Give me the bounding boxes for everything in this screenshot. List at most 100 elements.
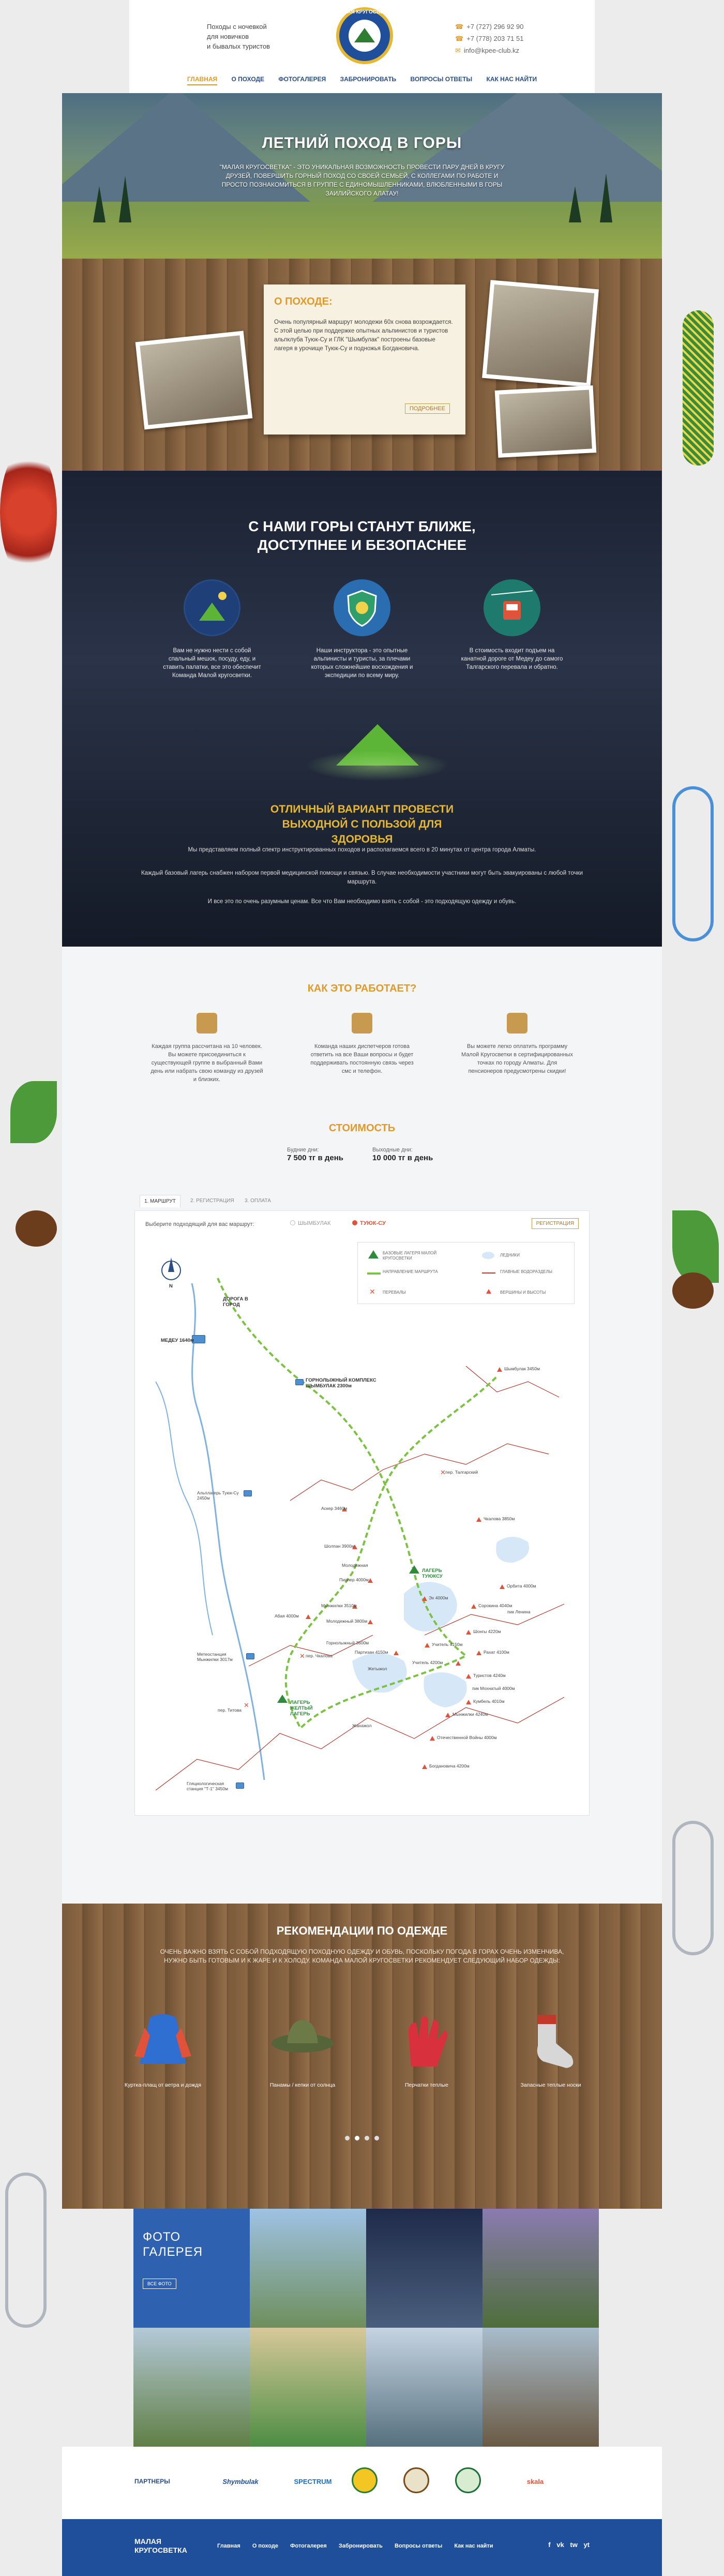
pass-marker: ✕	[440, 1469, 446, 1476]
north-label: N	[169, 1283, 173, 1289]
carousel-dot[interactable]	[355, 2136, 359, 2140]
peak-label: Жанажол	[352, 1723, 372, 1728]
partner-logo[interactable]: Shymbulak	[212, 2467, 269, 2496]
footer-logo[interactable]: МАЛАЯ КРУГОСВЕТКА	[134, 2537, 187, 2555]
how-text: Каждая группа рассчитана на 10 человек. …	[150, 1043, 263, 1083]
site-logo[interactable]: МАЛАЯ КРУГОСВЕТКА	[336, 7, 394, 64]
photo-card[interactable]	[135, 331, 253, 430]
clothes-label: Куртка-плащ от ветра и дождя	[124, 2082, 202, 2088]
map-label-station: Гляциологическая станция "Т-1" 3450м	[187, 1781, 228, 1791]
photo-card[interactable]	[494, 385, 597, 458]
rope-decoration-left	[0, 445, 57, 579]
all-photos-button[interactable]: ВСЕ ФОТО	[143, 2279, 176, 2289]
phone-link[interactable]: +7 (778) 203 71 51	[466, 35, 523, 42]
nav-about[interactable]: О ПОХОДЕ	[231, 76, 264, 83]
booking-tabs: 1. МАРШРУТ 2. РЕГИСТРАЦИЯ 3. ОПЛАТА	[140, 1195, 584, 1210]
legend-label: БАЗОВЫЕ ЛАГЕРЯ МАЛОЙ КРУГОСВЕТКИ	[383, 1251, 437, 1261]
rope-decoration-right	[683, 310, 714, 466]
peak-label: Шолпан 3900м	[324, 1544, 355, 1549]
glacier	[352, 1653, 407, 1693]
peak-marker	[422, 1764, 427, 1769]
partner-logo[interactable]	[455, 2467, 486, 2496]
footer-link[interactable]: Как нас найти	[454, 2543, 493, 2549]
partner-logo[interactable]	[352, 2467, 383, 2496]
nav-home[interactable]: ГЛАВНАЯ	[187, 76, 218, 85]
benefits-title: С НАМИ ГОРЫ СТАНУТ БЛИЖЕ, ДОСТУПНЕЕ И БЕ…	[248, 518, 476, 553]
glacier	[424, 1672, 467, 1708]
footer-link[interactable]: Забронировать	[339, 2543, 383, 2549]
footer-link[interactable]: О походе	[252, 2543, 278, 2549]
peak-label: Мынжилки 3510м	[321, 1603, 357, 1608]
legend-label: ГЛАВНЫЕ ВОДОРАЗДЕЛЫ	[500, 1269, 552, 1274]
page: Походы с ночевкой для новичков и бывалых…	[0, 0, 724, 2576]
gallery-cover: ФОТО ГАЛЕРЕЯ ВСЕ ФОТО	[133, 2209, 250, 2328]
tab-payment[interactable]: 3. ОПЛАТА	[240, 1195, 275, 1207]
gallery-photo[interactable]	[482, 2209, 599, 2328]
peak-marker	[466, 1630, 471, 1635]
gallery-photo[interactable]	[482, 2328, 599, 2447]
feature-text: Наши инструктора - это опытные альпинист…	[311, 648, 413, 679]
leaf-decoration-right	[672, 1210, 719, 1283]
peak-marker	[500, 1584, 505, 1589]
nav-contacts[interactable]: КАК НАС НАЙТИ	[487, 76, 537, 83]
more-button[interactable]: ПОДРОБНЕЕ	[404, 403, 450, 414]
map-label-camp2: ЛАГЕРЬ ТУЮКСУ	[422, 1568, 443, 1579]
peak-label: Учитель 4150м	[432, 1642, 463, 1647]
price-label: Будние дни:	[287, 1147, 319, 1153]
gallery-photo[interactable]	[366, 2209, 482, 2328]
nav-gallery[interactable]: ФОТОГАЛЕРЕЯ	[278, 76, 326, 83]
tagline-line: Походы с ночевкой	[207, 23, 267, 31]
clothes-label: Панамы / кепки от солнца	[269, 2082, 336, 2088]
about-text: Очень популярный маршрут молодежи 60х сн…	[274, 319, 453, 352]
facebook-icon[interactable]: f	[548, 2541, 550, 2549]
photo-image	[486, 284, 595, 383]
gallery-photo[interactable]	[250, 2328, 366, 2447]
legend-label: ПЕРЕВАЛЫ	[383, 1290, 406, 1295]
shield-instructor-icon	[334, 579, 390, 636]
carousel-dot[interactable]	[365, 2136, 369, 2140]
tab-registration[interactable]: 2. РЕГИСТРАЦИЯ	[186, 1195, 238, 1207]
footer-link[interactable]: Главная	[217, 2543, 240, 2549]
phone-link[interactable]: +7 (727) 296 92 90	[466, 23, 523, 31]
price-weekends: Выходные дни: 10 000 тг в день	[372, 1146, 433, 1162]
how-section: КАК ЭТО РАБОТАЕТ? Каждая группа рассчита…	[62, 947, 662, 1904]
clothes-section: РЕКОМЕНДАЦИИ ПО ОДЕЖДЕ ОЧЕНЬ ВАЖНО ВЗЯТЬ…	[62, 1904, 662, 2209]
peak-label: Кумбель 4010м	[473, 1699, 505, 1704]
tab-route[interactable]: 1. МАРШРУТ	[140, 1195, 180, 1207]
partner-logo[interactable]: SPECTRUM	[284, 2467, 341, 2496]
vk-icon[interactable]: vk	[556, 2541, 564, 2549]
price-value: 7 500 тг в день	[287, 1154, 343, 1162]
river	[155, 1381, 213, 1636]
carousel-dot[interactable]	[345, 2136, 350, 2140]
benefits-section: С НАМИ ГОРЫ СТАНУТ БЛИЖЕ, ДОСТУПНЕЕ И БЕ…	[62, 471, 662, 947]
carabiner-decoration-left	[5, 2173, 47, 2328]
peak-label: Орбита 4000м	[507, 1583, 536, 1589]
nav-booking[interactable]: ЗАБРОНИРОВАТЬ	[340, 76, 397, 83]
footer-link[interactable]: Вопросы ответы	[395, 2543, 442, 2549]
phone-icon: ☎	[455, 23, 464, 31]
pass-marker: ✕	[299, 1652, 305, 1660]
footer-logo-line: КРУГОСВЕТКА	[134, 2546, 187, 2554]
mountain-icon	[354, 28, 375, 42]
partner-logo[interactable]: skala	[507, 2467, 564, 2496]
twitter-icon[interactable]: tw	[570, 2541, 577, 2549]
gallery-photo[interactable]	[366, 2328, 482, 2447]
email-link[interactable]: info@kpee-club.kz	[464, 47, 519, 54]
nav-faq[interactable]: ВОПРОСЫ ОТВЕТЫ	[411, 76, 473, 83]
peak-label: Чкалова 3850м	[484, 1516, 515, 1521]
partner-logo[interactable]	[403, 2467, 434, 2496]
photo-card[interactable]	[482, 280, 599, 387]
tree	[569, 186, 581, 222]
footer-link[interactable]: Фотогалерея	[290, 2543, 327, 2549]
carousel-dot[interactable]	[374, 2136, 379, 2140]
cash-icon	[507, 1013, 527, 1034]
carousel-dots	[62, 2134, 662, 2143]
gallery-photo[interactable]	[133, 2328, 250, 2447]
gallery-photo[interactable]	[250, 2209, 366, 2328]
price-value: 10 000 тг в день	[372, 1154, 433, 1162]
peak-label: Учитель 4200м	[412, 1660, 443, 1665]
youtube-icon[interactable]: yt	[583, 2541, 590, 2549]
gallery-title-line: ГАЛЕРЕЯ	[143, 2245, 203, 2259]
gallery-section: ФОТО ГАЛЕРЕЯ ВСЕ ФОТО	[133, 2209, 599, 2447]
leaf-decoration-left	[10, 1081, 57, 1143]
